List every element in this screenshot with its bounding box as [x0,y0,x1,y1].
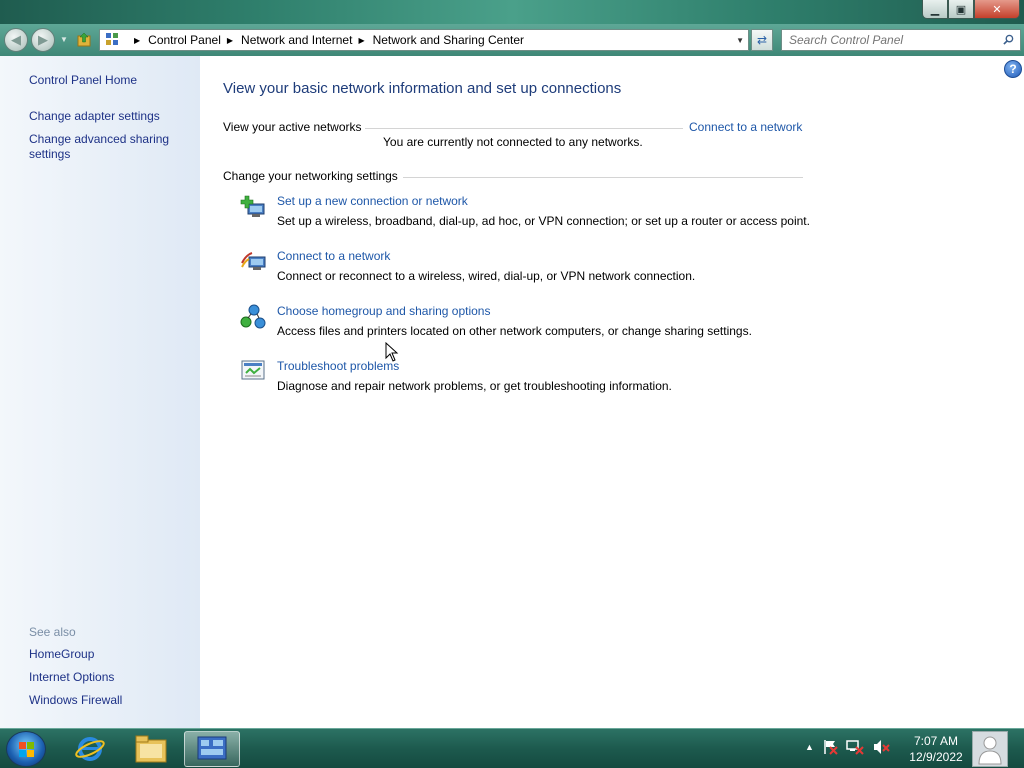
volume-muted-icon[interactable] [872,739,890,755]
maximize-button[interactable]: ▣ [948,0,974,19]
folder-icon [135,735,167,763]
search-icon[interactable] [1003,34,1014,45]
show-hidden-icons-arrow-icon[interactable]: ▲ [805,742,814,752]
page-title: View your basic network information and … [223,80,622,97]
search-box[interactable] [781,29,1021,51]
windows-firewall-link[interactable]: Windows Firewall [29,693,122,708]
address-dropdown-icon[interactable]: ▼ [736,36,744,45]
breadcrumb-network-and-internet[interactable]: Network and Internet [241,33,352,47]
breadcrumb-control-panel[interactable]: Control Panel [148,33,221,47]
recent-pages-dropdown[interactable]: ▼ [60,35,68,44]
control-panel-home-link[interactable]: Control Panel Home [29,73,137,88]
connect-network-icon [241,252,266,270]
connect-to-network-link[interactable]: Connect to a network [689,120,802,134]
breadcrumb-arrow-icon[interactable]: ▶ [227,36,233,45]
network-disconnected-icon[interactable] [846,739,864,755]
taskbar-control-panel[interactable] [184,731,240,767]
troubleshoot-problems-link[interactable]: Troubleshoot problems [277,359,399,373]
task-homegroup: Choose homegroup and sharing options Acc… [240,304,820,344]
task-troubleshoot: Troubleshoot problems Diagnose and repai… [240,359,820,399]
breadcrumb-network-sharing-center[interactable]: Network and Sharing Center [373,33,524,47]
change-adapter-settings-link[interactable]: Change adapter settings [29,109,160,124]
taskbar: ▲ 7:07 AM 12/9/2022 [0,728,1024,768]
homegroup-sharing-link[interactable]: Choose homegroup and sharing options [277,304,490,318]
troubleshoot-icon [241,360,265,380]
breadcrumb-arrow-icon[interactable]: ▶ [134,36,140,45]
refresh-icon: ⇄ [756,33,768,47]
task-description: Diagnose and repair network problems, or… [277,379,672,393]
back-button[interactable]: ◀ [4,28,28,52]
minimize-button[interactable]: ▁ [922,0,948,19]
back-arrow-icon: ◀ [11,32,21,47]
close-button[interactable]: ✕ [974,0,1020,19]
setup-new-connection-link[interactable]: Set up a new connection or network [277,194,468,208]
active-networks-label: View your active networks [223,120,362,134]
search-input[interactable] [782,30,992,50]
network-control-panel-icon [197,736,227,760]
show-desktop-user-icon[interactable] [972,731,1008,767]
user-avatar-icon [978,736,1002,765]
forward-button[interactable]: ▶ [31,28,55,52]
up-folder-icon[interactable] [76,32,92,48]
internet-explorer-icon [75,737,105,761]
task-description: Set up a wireless, broadband, dial-up, a… [277,214,810,228]
action-center-flag-icon[interactable] [822,739,838,755]
window-controls: ▁ ▣ ✕ [922,0,1020,19]
breadcrumb: ▶ Control Panel ▶ Network and Internet ▶… [128,33,524,47]
task-description: Access files and printers located on oth… [277,324,752,338]
address-bar[interactable]: ▶ Control Panel ▶ Network and Internet ▶… [99,29,749,51]
connect-to-network-task-link[interactable]: Connect to a network [277,249,390,263]
navigation-bar: ◀ ▶ ▼ ▶ Control Panel ▶ Network and Inte… [0,24,1024,56]
window-titlebar: ▁ ▣ ✕ [0,0,1024,24]
left-pane: Control Panel Home Change adapter settin… [0,56,200,728]
task-new-connection: Set up a new connection or network Set u… [240,194,820,234]
windows-logo-icon [19,742,34,757]
change-advanced-sharing-settings-link[interactable]: Change advanced sharing settings [29,132,179,162]
divider [403,177,803,178]
homegroup-link[interactable]: HomeGroup [29,647,94,662]
taskbar-windows-explorer[interactable] [123,731,179,767]
clock-date: 12/9/2022 [909,750,963,764]
internet-options-link[interactable]: Internet Options [29,670,114,685]
system-clock[interactable]: 7:07 AM 12/9/2022 [904,733,968,765]
divider [365,128,683,129]
system-tray: ▲ [805,739,890,755]
task-connect-network: Connect to a network Connect or reconnec… [240,249,820,289]
task-description: Connect or reconnect to a wireless, wire… [277,269,696,283]
forward-arrow-icon: ▶ [38,32,48,47]
see-also-label: See also [29,625,76,639]
help-icon[interactable]: ? [1004,60,1022,78]
homegroup-icon [240,304,266,329]
clock-time: 7:07 AM [913,734,959,748]
start-button[interactable] [6,731,46,767]
mouse-cursor-icon [385,342,399,362]
connection-status-text: You are currently not connected to any n… [383,135,643,149]
change-settings-label: Change your networking settings [223,169,398,183]
new-connection-icon [240,195,265,217]
control-panel-icon [106,33,124,47]
refresh-button[interactable]: ⇄ [751,29,773,51]
taskbar-internet-explorer[interactable] [62,731,118,767]
breadcrumb-arrow-icon[interactable]: ▶ [358,36,364,45]
